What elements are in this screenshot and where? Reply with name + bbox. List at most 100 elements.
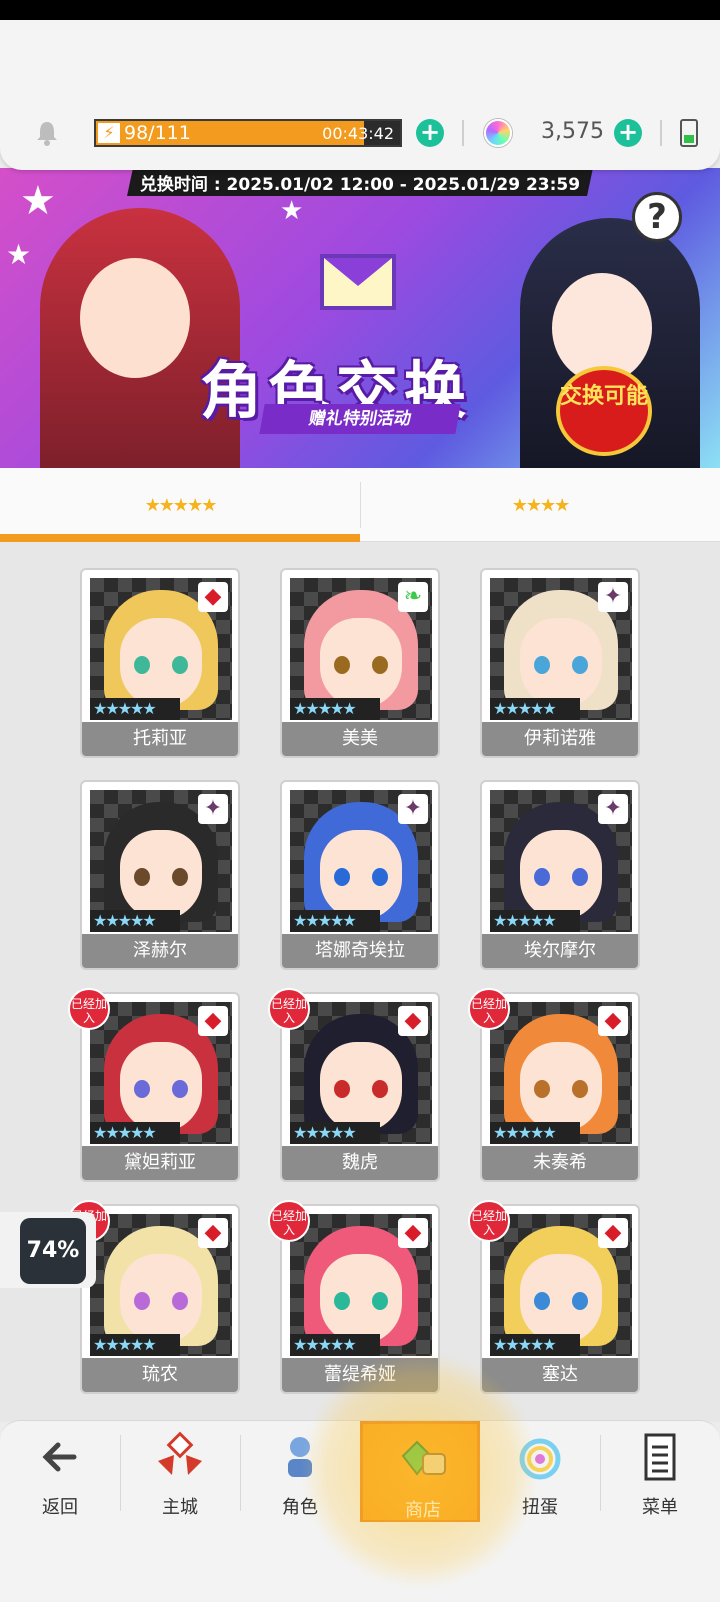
character-portrait: ★★★★★ ✦ — [290, 790, 432, 932]
element-icon: ❧ — [398, 582, 428, 612]
joined-badge: 已经加入 — [68, 988, 110, 1030]
character-name: 伊莉诺雅 — [482, 722, 638, 756]
top-header: ⚡ 98/111 00:43:42 + 3,575 + — [0, 20, 720, 170]
nav-main-city[interactable]: 主城 — [120, 1421, 240, 1523]
resource-bar: ⚡ 98/111 00:43:42 + 3,575 + — [0, 110, 720, 156]
star-icon: ★ — [6, 238, 32, 271]
character-portrait: ★★★★★ ✦ — [490, 578, 632, 720]
nav-gacha[interactable]: 扭蛋 — [480, 1421, 600, 1523]
character-card[interactable]: ★★★★★ ✦ 埃尔摩尔 — [480, 780, 640, 970]
character-card[interactable]: ★★★★★ ✦ 泽赫尔 — [80, 780, 240, 970]
energy-timer: 00:43:42 — [322, 124, 394, 143]
character-portrait: ★★★★★ ◆ — [290, 1214, 432, 1356]
character-portrait: ★★★★★ ◆ — [490, 1002, 632, 1144]
character-card[interactable]: ★★★★★ ◆ 塞达 已经加入 — [468, 1200, 640, 1394]
character-card[interactable]: ★★★★★ ❧ 美美 — [280, 568, 440, 758]
element-icon: ◆ — [198, 582, 228, 612]
status-bar — [0, 0, 720, 20]
event-banner[interactable]: 兑换时间 : 2025.01/02 12:00 - 2025.01/29 23:… — [0, 168, 720, 468]
divider — [462, 120, 464, 146]
bottom-navigation: 返回 主城 角色 商店 扭蛋 菜单 — [0, 1420, 720, 1523]
character-grid: ★★★★★ ◆ 托莉亚 ★★★★★ ❧ 美美 ★★★★★ ✦ 伊莉诺雅 ★★★★★ ✦ 泽赫尔 ★★★★… — [0, 542, 720, 1422]
add-energy-button[interactable]: + — [416, 119, 444, 147]
rarity-stars: ★★★★★ — [90, 698, 180, 720]
exchange-time: 兑换时间 : 2025.01/02 12:00 - 2025.01/29 23:… — [139, 175, 581, 195]
rarity-tabs: ★★★★★ ★★★★ — [0, 468, 720, 542]
character-card[interactable]: ★★★★★ ◆ 蕾缇希娅 已经加入 — [268, 1200, 440, 1394]
nav-characters[interactable]: 角色 — [240, 1421, 360, 1523]
castle-icon — [158, 1431, 202, 1475]
element-icon: ◆ — [398, 1218, 428, 1248]
character-card[interactable]: ★★★★★ ◆ 魏虎 已经加入 — [268, 988, 440, 1182]
element-icon: ✦ — [598, 582, 628, 612]
character-portrait: ★★★★★ ◆ — [90, 578, 232, 720]
character-name: 塞达 — [482, 1358, 638, 1392]
star-icon: ★ — [20, 178, 56, 224]
character-card[interactable]: ★★★★★ ✦ 伊莉诺雅 — [480, 568, 640, 758]
nav-label: 返回 — [42, 1497, 78, 1518]
character-portrait: ★★★★★ ◆ — [90, 1214, 232, 1356]
help-button[interactable]: ? — [632, 192, 682, 242]
rarity-stars: ★★★★★ — [490, 1334, 580, 1356]
element-icon: ◆ — [198, 1006, 228, 1036]
bell-icon[interactable] — [32, 118, 62, 148]
tab-5-star[interactable]: ★★★★★ — [0, 468, 360, 542]
nav-back[interactable]: 返回 — [0, 1421, 120, 1523]
character-card[interactable]: ★★★★★◆琉农已经加入 — [68, 1200, 240, 1394]
system-nav-area — [0, 1522, 720, 1602]
gem-count: 3,575 — [541, 119, 604, 144]
gacha-icon — [519, 1438, 561, 1480]
character-card[interactable]: ★★★★★ ◆ 未奏希 已经加入 — [468, 988, 640, 1182]
rarity-stars: ★★★★★ — [290, 910, 380, 932]
rarity-stars: ★★★★★ — [290, 1122, 380, 1144]
divider — [660, 120, 662, 146]
character-portrait: ★★★★★ ✦ — [90, 790, 232, 932]
element-icon: ◆ — [598, 1218, 628, 1248]
nav-menu[interactable]: 菜单 — [600, 1421, 720, 1523]
element-icon: ◆ — [598, 1006, 628, 1036]
joined-badge: 已经加入 — [468, 1200, 510, 1242]
element-icon: ◆ — [198, 1218, 228, 1248]
character-name: 未奏希 — [482, 1146, 638, 1180]
add-gems-button[interactable]: + — [614, 119, 642, 147]
envelope-icon — [320, 254, 396, 310]
character-name: 黛妲莉亚 — [82, 1146, 238, 1180]
character-name: 埃尔摩尔 — [482, 934, 638, 968]
character-card[interactable]: ★★★★★ ◆ 托莉亚 — [80, 568, 240, 758]
rarity-stars: ★★★★★ — [290, 1334, 380, 1356]
tab-4-star[interactable]: ★★★★ — [360, 468, 720, 542]
rarity-stars: ★★★★★ — [90, 910, 180, 932]
menu-icon — [644, 1433, 676, 1481]
nav-label: 菜单 — [642, 1497, 678, 1518]
element-icon: ✦ — [398, 794, 428, 824]
nav-shop[interactable]: 商店 — [360, 1421, 480, 1523]
joined-badge: 已经加入 — [268, 988, 310, 1030]
progress-value: 74% — [20, 1218, 86, 1284]
element-icon: ◆ — [398, 1006, 428, 1036]
character-card[interactable]: ★★★★★ ✦ 塔娜奇埃拉 — [280, 780, 440, 970]
rarity-stars: ★★★★★ — [290, 698, 380, 720]
character-name: 魏虎 — [282, 1146, 438, 1180]
character-icon — [288, 1437, 312, 1477]
banner-subtitle: 赠礼特别活动 — [259, 404, 461, 434]
character-name: 托莉亚 — [82, 722, 238, 756]
character-name: 塔娜奇埃拉 — [282, 934, 438, 968]
download-progress[interactable]: 74% — [0, 1212, 96, 1288]
character-card[interactable]: ★★★★★ ◆ 黛妲莉亚 已经加入 — [68, 988, 240, 1182]
nav-label: 角色 — [282, 1497, 318, 1518]
joined-badge: 已经加入 — [468, 988, 510, 1030]
element-icon: ✦ — [598, 794, 628, 824]
joined-badge: 已经加入 — [268, 1200, 310, 1242]
rarity-stars: ★★★★★ — [90, 1122, 180, 1144]
character-name: 琉农 — [82, 1358, 238, 1392]
star-icon: ★ — [280, 196, 304, 226]
shop-icon — [401, 1440, 446, 1476]
character-name: 泽赫尔 — [82, 934, 238, 968]
rarity-stars: ★★★★★ — [490, 1122, 580, 1144]
character-portrait: ★★★★★ ◆ — [90, 1002, 232, 1144]
energy-value: 98/111 — [124, 122, 191, 144]
back-arrow-icon — [42, 1442, 77, 1472]
rarity-stars: ★★★★★ — [490, 910, 580, 932]
character-name: 蕾缇希娅 — [282, 1358, 438, 1392]
active-tab-indicator — [0, 534, 360, 542]
